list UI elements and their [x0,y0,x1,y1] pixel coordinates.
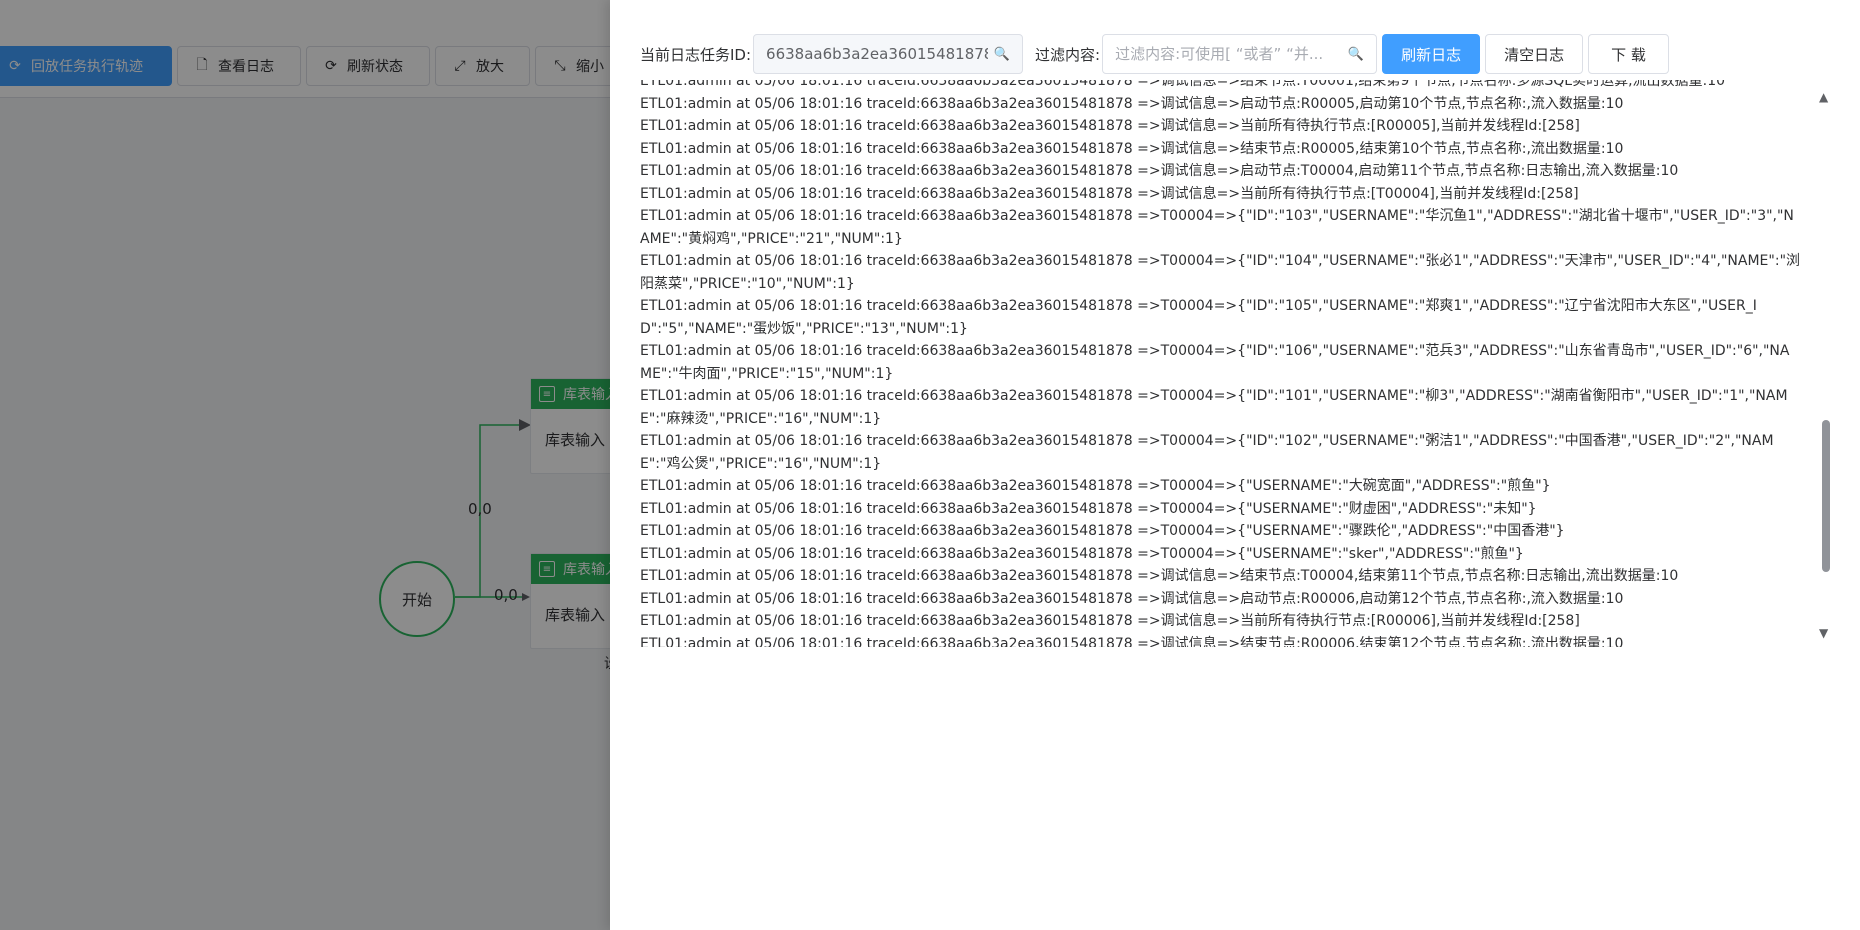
download-button[interactable]: 下 载 [1588,34,1669,74]
log-line: ETL01:admin at 05/06 18:01:16 traceId:66… [640,185,1579,202]
task-id-field[interactable]: 6638aa6b3a2ea36015481878 🔍 [753,34,1024,74]
clear-log-button[interactable]: 清空日志 [1485,34,1584,74]
log-line: ETL01:admin at 05/06 18:01:16 traceId:66… [640,298,1757,337]
log-line: ETL01:admin at 05/06 18:01:16 traceId:66… [640,500,1537,517]
log-line: ETL01:admin at 05/06 18:01:16 traceId:66… [640,140,1624,157]
log-scrollbar[interactable]: ▲ ▼ [1815,90,1835,640]
log-line: ETL01:admin at 05/06 18:01:16 traceId:66… [640,163,1679,179]
log-line: ETL01:admin at 05/06 18:01:16 traceId:66… [640,95,1624,112]
scroll-up-arrow-icon[interactable]: ▲ [1819,90,1828,104]
scroll-down-arrow-icon[interactable]: ▼ [1819,626,1828,640]
log-drawer: 当前日志任务ID: 6638aa6b3a2ea36015481878 🔍 过滤内… [610,0,1860,930]
log-line: ETL01:admin at 05/06 18:01:16 traceId:66… [640,613,1580,629]
log-list: ETL01:admin at 05/06 18:01:16 traceId:66… [640,80,1800,647]
scroll-thumb[interactable] [1822,420,1830,572]
filter-input[interactable] [1115,45,1342,63]
log-line: ETL01:admin at 05/06 18:01:16 traceId:66… [640,590,1624,607]
log-line: ETL01:admin at 05/06 18:01:16 traceId:66… [640,635,1624,648]
search-icon: 🔍 [993,46,1011,62]
log-line: ETL01:admin at 05/06 18:01:16 traceId:66… [640,253,1800,292]
log-line: ETL01:admin at 05/06 18:01:16 traceId:66… [640,343,1790,382]
filter-label: 过滤内容: [1035,45,1101,64]
log-line: ETL01:admin at 05/06 18:01:16 traceId:66… [640,568,1679,584]
log-line: ETL01:admin at 05/06 18:01:16 traceId:66… [640,433,1774,472]
log-line: ETL01:admin at 05/06 18:01:16 traceId:66… [640,80,1726,89]
log-viewer[interactable]: ETL01:admin at 05/06 18:01:16 traceId:66… [640,80,1800,647]
log-line: ETL01:admin at 05/06 18:01:16 traceId:66… [640,388,1788,427]
log-line: ETL01:admin at 05/06 18:01:16 traceId:66… [640,545,1524,562]
log-toolbar: 当前日志任务ID: 6638aa6b3a2ea36015481878 🔍 过滤内… [640,34,1669,74]
search-icon: 🔍 [1347,46,1365,62]
log-line: ETL01:admin at 05/06 18:01:16 traceId:66… [640,478,1551,494]
log-line: ETL01:admin at 05/06 18:01:16 traceId:66… [640,118,1580,134]
log-line: ETL01:admin at 05/06 18:01:16 traceId:66… [640,523,1565,539]
log-line: ETL01:admin at 05/06 18:01:16 traceId:66… [640,208,1794,247]
task-id-label: 当前日志任务ID: [640,45,752,64]
filter-input-wrapper[interactable]: 🔍 [1102,34,1378,74]
task-id-value: 6638aa6b3a2ea36015481878 [766,45,988,63]
refresh-log-button[interactable]: 刷新日志 [1382,34,1481,74]
